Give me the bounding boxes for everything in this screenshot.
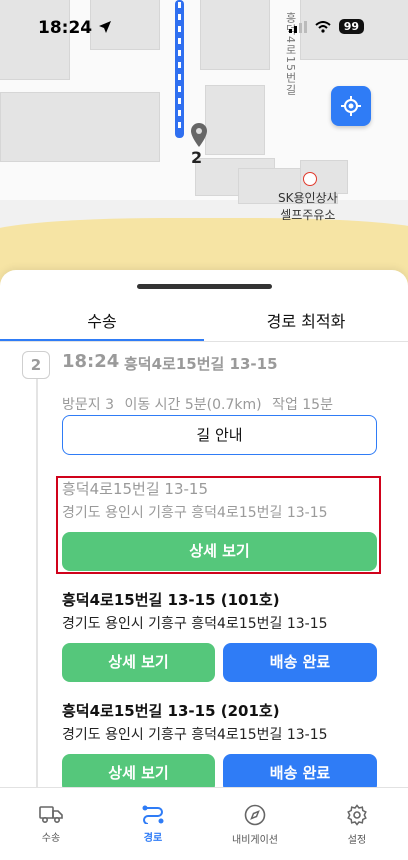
delivery-complete-button[interactable]: 배송 완료	[223, 643, 377, 682]
stop-time: 18:24	[62, 351, 120, 372]
travel-time: 이동 시간 5분(0.7km)	[124, 397, 262, 413]
navigate-button[interactable]: 길 안내	[62, 415, 377, 455]
nav-label: 설정	[347, 835, 367, 846]
visit-count: 방문지 3	[62, 397, 114, 413]
truck-icon	[39, 806, 63, 824]
stop-number-badge: 2	[22, 351, 50, 379]
nav-navigation[interactable]: 내비게이션	[204, 788, 306, 860]
gas-station-icon[interactable]	[303, 172, 317, 186]
tab-transport[interactable]: 수송	[0, 300, 204, 341]
tab-route-optimization[interactable]: 경로 최적화	[204, 300, 408, 341]
poi-name: SK용인상사	[278, 191, 338, 205]
signal-icon	[288, 20, 307, 33]
compass-icon	[244, 804, 266, 826]
status-time: 18:24	[38, 18, 112, 38]
pin-number-label: 2	[191, 148, 203, 167]
my-location-button[interactable]	[331, 86, 371, 126]
item-address: 경기도 용인시 기흥구 흥덕4로15번길 13-15	[62, 727, 328, 743]
nav-label: 경로	[143, 833, 163, 844]
poi-type: 셀프주유소	[280, 208, 336, 222]
location-arrow-icon	[99, 21, 112, 33]
bottom-navigation: 수송 경로 내비게이션 설정	[0, 787, 408, 860]
item-address: 경기도 용인시 기흥구 흥덕4로15번길 13-15	[62, 505, 328, 521]
wifi-icon	[315, 20, 331, 33]
nav-transport[interactable]: 수송	[0, 788, 102, 860]
stop-address: 흥덕4로15번길 13-15	[124, 355, 278, 373]
nav-settings[interactable]: 설정	[306, 788, 408, 860]
battery-indicator: 99	[338, 19, 364, 34]
nav-label: 내비게이션	[232, 835, 278, 846]
nav-label: 수송	[41, 833, 61, 844]
sheet-drag-handle[interactable]	[137, 284, 272, 289]
nav-route[interactable]: 경로	[102, 788, 204, 860]
route-icon	[142, 805, 164, 824]
stop-list[interactable]: 2 18:24 흥덕4로15번길 13-15 방문지 3 이동 시간 5분(0.…	[0, 343, 408, 793]
tab-bar: 수송 경로 최적화	[0, 300, 408, 342]
crosshair-icon	[341, 96, 361, 116]
status-icons: 99	[288, 19, 364, 34]
clock: 18:24	[38, 18, 93, 38]
gear-icon	[347, 804, 367, 826]
status-bar: 18:24 99	[0, 0, 408, 50]
item-address: 경기도 용인시 기흥구 흥덕4로15번길 13-15	[62, 616, 328, 632]
poi-label: SK용인상사 셀프주유소	[278, 190, 338, 224]
item-title: 흥덕4로15번길 13-15 (101호)	[62, 591, 280, 609]
stop-meta: 방문지 3 이동 시간 5분(0.7km) 작업 15분	[62, 394, 339, 414]
work-time: 작업 15분	[272, 397, 333, 413]
detail-button[interactable]: 상세 보기	[62, 532, 377, 571]
detail-button[interactable]: 상세 보기	[62, 643, 215, 682]
timeline-line	[36, 358, 38, 788]
item-title: 흥덕4로15번길 13-15 (201호)	[62, 702, 280, 720]
item-title: 흥덕4로15번길 13-15	[62, 480, 208, 498]
bottom-sheet[interactable]: 수송 경로 최적화 2 18:24 흥덕4로15번길 13-15 방문지 3 이…	[0, 270, 408, 860]
